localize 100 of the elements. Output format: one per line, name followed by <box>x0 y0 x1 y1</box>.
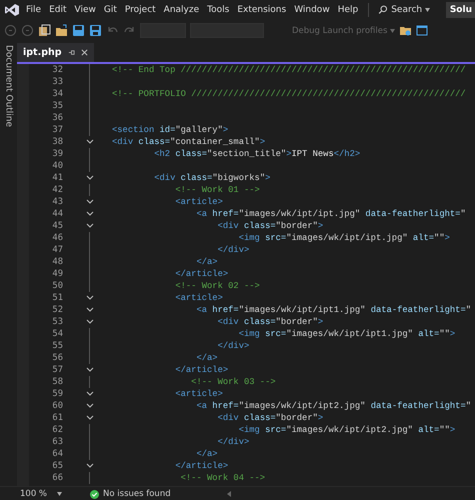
code-line: <h2 class="section_title">IPT News</h2> <box>153 148 362 160</box>
window-icon[interactable] <box>416 24 430 37</box>
folder-search-icon[interactable] <box>399 24 412 37</box>
code-line: </div> <box>216 340 250 352</box>
file-tab[interactable]: ipt.php <box>17 43 94 62</box>
line-number: 58 <box>51 376 64 388</box>
line-number: 63 <box>51 436 64 448</box>
code-line: <!-- Work 04 --> <box>180 472 266 484</box>
save-all-icon[interactable] <box>89 24 102 37</box>
line-number: 40 <box>51 160 64 172</box>
menu-item[interactable]: File <box>22 5 46 15</box>
collapse-icon[interactable] <box>86 415 94 421</box>
app-logo-icon <box>4 4 20 16</box>
line-number: 33 <box>51 76 64 88</box>
code-line: <article> <box>174 292 224 304</box>
menu-item[interactable]: Extensions <box>233 5 290 15</box>
line-number: 57 <box>51 364 64 376</box>
check-icon <box>90 490 100 498</box>
code-line: <section id="gallery"> <box>112 124 230 136</box>
line-number: 41 <box>51 172 64 184</box>
code-line: <article> <box>174 196 224 208</box>
menu-item[interactable]: Tools <box>203 5 234 15</box>
line-number: 53 <box>51 316 64 328</box>
menu-item[interactable]: Help <box>334 5 362 15</box>
code-line: <!-- Work 01 --> <box>174 184 261 196</box>
collapse-icon[interactable] <box>86 391 94 397</box>
line-number: 60 <box>51 400 64 412</box>
line-number: 65 <box>51 460 64 472</box>
line-number: 36 <box>51 112 64 124</box>
collapse-icon[interactable] <box>86 295 94 301</box>
collapse-icon[interactable] <box>86 319 94 325</box>
line-number: 61 <box>51 412 64 424</box>
line-number: 45 <box>51 220 64 232</box>
collapse-icon[interactable] <box>86 223 94 229</box>
issues-status: No issues found <box>103 489 171 499</box>
menu-item[interactable]: Window <box>290 5 334 15</box>
code-line: <div class="container_small"> <box>112 136 266 148</box>
code-line: <article> <box>174 388 224 400</box>
caret-icon <box>425 8 430 12</box>
code-line: <a href="images/wk/ipt/ipt.jpg" data-featherlight=" <box>195 208 467 220</box>
line-number: 56 <box>51 352 64 364</box>
collapse-icon[interactable] <box>86 139 94 145</box>
collapse-icon[interactable] <box>86 307 94 313</box>
code-line: <!-- Work 03 --> <box>190 376 277 388</box>
line-number: 48 <box>51 256 64 268</box>
code-line: <div class="bigworks"> <box>153 172 272 184</box>
save-icon[interactable] <box>72 24 85 37</box>
code-line: <img src="images/wk/ipt/ipt2.jpg" alt=""> <box>238 424 456 436</box>
menu-item[interactable]: Project <box>120 5 160 15</box>
line-number: 37 <box>51 124 64 136</box>
menu-item[interactable]: Git <box>100 5 121 15</box>
collapse-icon[interactable] <box>86 367 94 373</box>
zoom-dropdown[interactable]: 100 % <box>20 489 62 499</box>
line-number: 49 <box>51 268 64 280</box>
code-line: </div> <box>216 436 250 448</box>
folder-icon[interactable] <box>55 24 68 37</box>
solution-button[interactable]: Solu <box>446 2 475 18</box>
code-line: </a> <box>195 448 219 460</box>
line-number: 39 <box>51 148 64 160</box>
line-number: 62 <box>51 424 64 436</box>
line-number: 46 <box>51 232 64 244</box>
code-line: </article> <box>174 364 230 376</box>
code-line: <a href="images/wk/ipt/ipt2.jpg" data-featherlight=" <box>195 400 472 412</box>
search-button[interactable]: Search <box>375 5 434 15</box>
code-line: <!-- Work 02 --> <box>174 280 261 292</box>
line-number: 59 <box>51 388 64 400</box>
line-number: 54 <box>51 328 64 340</box>
code-line: </article> <box>174 460 230 472</box>
line-number: 51 <box>51 292 64 304</box>
line-number: 42 <box>51 184 64 196</box>
line-number: 34 <box>51 88 64 100</box>
code-line: <!-- PORTFOLIO //////////////////////////////////////////////////// <box>112 88 467 100</box>
line-number: 43 <box>51 196 64 208</box>
menu-item[interactable]: View <box>70 5 100 15</box>
line-number: 66 <box>51 472 64 484</box>
close-icon[interactable] <box>80 49 88 56</box>
pin-icon[interactable] <box>68 49 75 56</box>
line-number: 64 <box>51 448 64 460</box>
collapse-icon[interactable] <box>86 199 94 205</box>
new-project-icon[interactable] <box>38 24 51 37</box>
line-number: 35 <box>51 100 64 112</box>
collapse-icon[interactable] <box>86 211 94 217</box>
line-number: 47 <box>51 244 64 256</box>
line-number: 55 <box>51 340 64 352</box>
caret-icon <box>390 28 396 32</box>
line-number: 44 <box>51 208 64 220</box>
caret-icon <box>57 492 62 496</box>
document-outline-tab[interactable]: Document Outline <box>4 45 14 486</box>
code-line: <a href="images/wk/ipt/ipt1.jpg" data-featherlight=" <box>195 304 472 316</box>
collapse-icon[interactable] <box>86 463 94 469</box>
menu-item[interactable]: Edit <box>45 5 70 15</box>
code-line: <img src="images/wk/ipt/ipt1.jpg" alt=""> <box>238 328 456 340</box>
collapse-icon[interactable] <box>86 175 94 181</box>
code-line: <div class="border"> <box>216 412 324 424</box>
collapse-icon[interactable] <box>86 403 94 409</box>
menu-item[interactable]: Analyze <box>160 5 204 15</box>
line-number: 50 <box>51 280 64 292</box>
code-line: <img src="images/wk/ipt/ipt.jpg" alt=""> <box>238 232 451 244</box>
scroll-left-icon[interactable] <box>226 491 232 497</box>
code-line: </article> <box>174 268 230 280</box>
